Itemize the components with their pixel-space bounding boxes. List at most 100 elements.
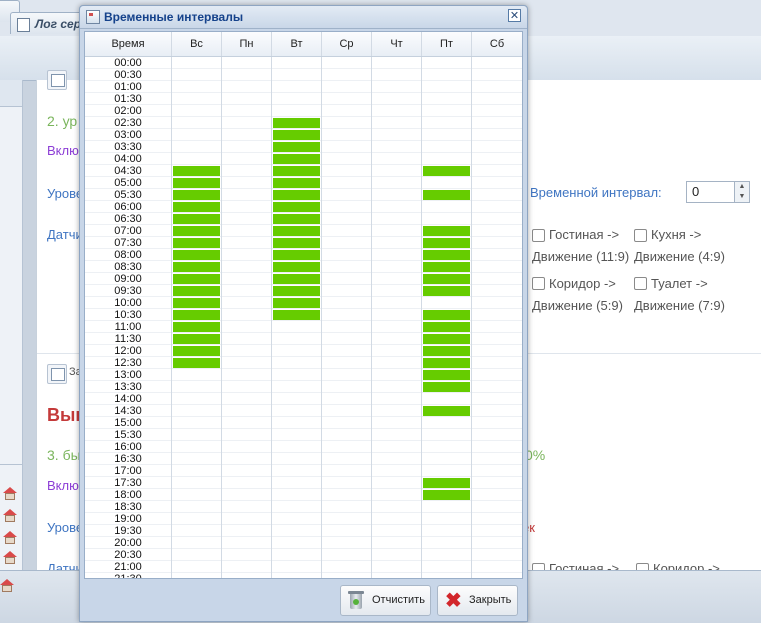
interval-cell[interactable] [172,129,222,141]
interval-cell[interactable] [322,369,372,381]
interval-cell[interactable] [172,561,222,573]
interval-cell[interactable] [472,441,522,453]
interval-cell[interactable] [272,345,322,357]
interval-cell-active[interactable] [422,261,472,273]
interval-cell-active[interactable] [272,213,322,225]
header-time[interactable]: Время [85,32,172,56]
interval-cell[interactable] [422,105,472,117]
interval-cell[interactable] [272,81,322,93]
interval-cell[interactable] [472,117,522,129]
interval-cell-active[interactable] [272,249,322,261]
interval-cell[interactable] [422,213,472,225]
interval-cell[interactable] [472,561,522,573]
interval-cell[interactable] [322,465,372,477]
interval-cell[interactable] [322,117,372,129]
header-day[interactable]: Пт [422,32,472,56]
interval-cell-active[interactable] [422,273,472,285]
interval-cell[interactable] [172,117,222,129]
interval-cell[interactable] [272,489,322,501]
interval-cell[interactable] [172,513,222,525]
interval-cell[interactable] [372,237,422,249]
interval-cell[interactable] [372,249,422,261]
interval-cell[interactable] [272,57,322,69]
interval-cell[interactable] [472,417,522,429]
interval-cell[interactable] [172,573,222,578]
interval-cell[interactable] [372,105,422,117]
interval-cell[interactable] [272,441,322,453]
interval-cell[interactable] [322,405,372,417]
interval-cell[interactable] [372,261,422,273]
interval-cell[interactable] [472,81,522,93]
interval-cell[interactable] [422,201,472,213]
interval-cell[interactable] [322,333,372,345]
interval-cell[interactable] [222,429,272,441]
interval-cell-active[interactable] [172,297,222,309]
interval-cell[interactable] [472,537,522,549]
interval-cell[interactable] [472,393,522,405]
interval-cell-active[interactable] [172,213,222,225]
interval-cell[interactable] [372,429,422,441]
interval-cell[interactable] [372,573,422,578]
interval-cell[interactable] [472,69,522,81]
interval-cell[interactable] [322,177,372,189]
interval-cell[interactable] [272,393,322,405]
interval-cell[interactable] [222,549,272,561]
interval-cell[interactable] [222,333,272,345]
interval-cell[interactable] [372,201,422,213]
interval-cell-active[interactable] [422,345,472,357]
interval-cell[interactable] [472,429,522,441]
header-day[interactable]: Сб [472,32,522,56]
interval-cell[interactable] [322,69,372,81]
interval-cell[interactable] [272,525,322,537]
interval-cell-active[interactable] [422,489,472,501]
interval-cell[interactable] [322,249,372,261]
interval-cell-active[interactable] [172,201,222,213]
interval-cell[interactable] [172,537,222,549]
interval-cell[interactable] [222,213,272,225]
interval-cell[interactable] [422,441,472,453]
interval-cell[interactable] [372,489,422,501]
interval-cell[interactable] [372,453,422,465]
interval-cell[interactable] [222,393,272,405]
interval-cell[interactable] [222,573,272,578]
interval-cell[interactable] [472,249,522,261]
interval-cell[interactable] [422,417,472,429]
interval-cell[interactable] [222,201,272,213]
interval-cell[interactable] [322,105,372,117]
interval-cell[interactable] [372,81,422,93]
header-day[interactable]: Чт [372,32,422,56]
interval-cell[interactable] [472,285,522,297]
interval-cell[interactable] [472,573,522,578]
interval-cell[interactable] [172,141,222,153]
interval-cell[interactable] [422,513,472,525]
header-day[interactable]: Ср [322,32,372,56]
interval-cell[interactable] [472,93,522,105]
interval-cell-active[interactable] [272,237,322,249]
interval-cell[interactable] [222,261,272,273]
interval-cell[interactable] [372,381,422,393]
interval-cell[interactable] [222,501,272,513]
interval-cell[interactable] [322,81,372,93]
interval-cell[interactable] [472,453,522,465]
interval-cell[interactable] [422,525,472,537]
interval-cell[interactable] [472,141,522,153]
interval-cell-active[interactable] [172,189,222,201]
interval-cell[interactable] [322,285,372,297]
interval-cell-active[interactable] [172,333,222,345]
interval-cell[interactable] [222,525,272,537]
interval-cell[interactable] [372,441,422,453]
interval-cell[interactable] [472,237,522,249]
interval-cell[interactable] [422,549,472,561]
interval-cell-active[interactable] [272,153,322,165]
interval-cell[interactable] [322,525,372,537]
interval-cell[interactable] [372,561,422,573]
interval-cell[interactable] [322,429,372,441]
interval-cell[interactable] [422,561,472,573]
add-button-icon[interactable] [47,70,67,90]
interval-cell[interactable] [322,225,372,237]
interval-cell[interactable] [222,141,272,153]
interval-cell[interactable] [372,57,422,69]
interval-cell[interactable] [322,549,372,561]
interval-cell[interactable] [372,345,422,357]
interval-cell[interactable] [422,465,472,477]
